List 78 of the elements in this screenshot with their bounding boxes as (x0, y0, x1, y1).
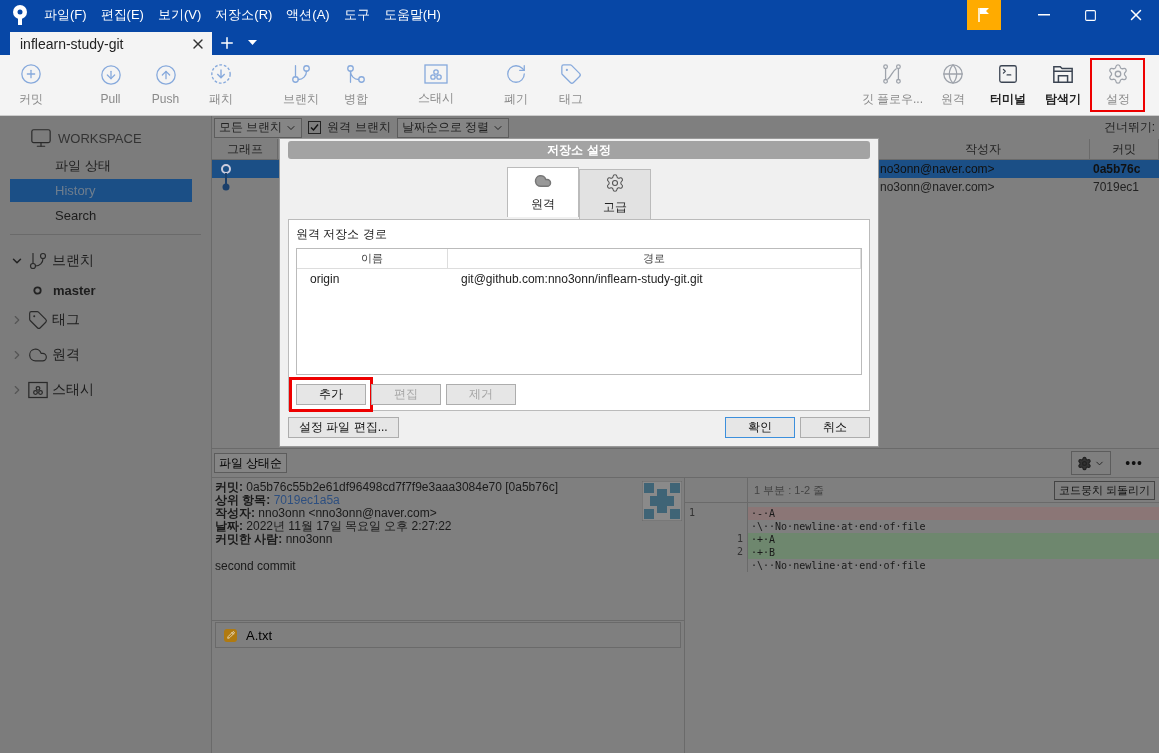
commit-message: second commit (215, 559, 297, 573)
down-arrow-circle-icon (99, 64, 122, 86)
branch-dot-icon (33, 285, 42, 295)
section-label: 원격 저장소 경로 (296, 226, 388, 243)
sidebar-item[interactable]: Search (10, 204, 192, 227)
add-tab-icon[interactable] (218, 34, 236, 52)
detail-line: 작성자: nno3onn <nno3onn@naver.com> (215, 507, 438, 520)
tag-icon (559, 62, 582, 85)
table-cell-text: 7019ec1 (1092, 179, 1141, 196)
settings-icon (1106, 62, 1129, 85)
remote-branches-checkbox[interactable] (308, 121, 322, 134)
toolbar-button[interactable]: 탐색기 (1035, 58, 1090, 112)
cancel-button[interactable]: 취소 (800, 417, 870, 438)
repo-tab[interactable]: inflearn-study-git (10, 32, 212, 55)
terminal-icon (996, 62, 1019, 85)
globe-icon (941, 62, 964, 85)
branch-icon (289, 62, 312, 85)
dialog-tab[interactable]: 고급 (579, 169, 651, 219)
dialog-tab[interactable]: 원격 (507, 167, 579, 217)
discard-hunk-button[interactable]: 코드뭉치 되돌리기 (1053, 480, 1155, 500)
ok-button[interactable]: 확인 (725, 417, 795, 438)
menu-item[interactable]: 보기(V) (157, 6, 202, 24)
cloud-icon (534, 172, 552, 190)
tag-icon (28, 309, 48, 330)
app-logo-icon (10, 4, 30, 26)
sidebar-item[interactable]: 파일 상태 (10, 154, 192, 177)
context-line: ·\··No·newline·at·end·of·file (685, 559, 1159, 572)
modified-icon (224, 628, 237, 642)
sort-dropdown[interactable]: 날짜순으로 정렬 (396, 117, 510, 138)
plus-circle-icon (19, 62, 42, 85)
monitor-icon (30, 127, 52, 149)
table-cell-text: no3onn@naver.com> (879, 179, 996, 196)
minimize-icon (1038, 14, 1050, 16)
menu-item[interactable]: 도구 (343, 6, 370, 24)
menu-item[interactable]: 액션(A) (286, 6, 330, 24)
stash-icon (423, 63, 448, 84)
column-header[interactable]: 이름 (297, 249, 448, 269)
settings-icon (605, 173, 625, 193)
detail-line: 커밋한 사람: nno3onn (215, 533, 334, 546)
table-cell: no3onn@naver.com> (877, 160, 1090, 178)
sidebar-section[interactable]: 스태시 (0, 372, 211, 407)
column-header[interactable]: 경로 (448, 249, 861, 269)
merge-icon (344, 62, 367, 85)
sidebar-section[interactable]: 원격 (0, 337, 211, 372)
avatar-icon (642, 481, 682, 521)
flag-icon (977, 7, 991, 23)
refresh-icon (504, 62, 527, 85)
file-filter-dropdown[interactable]: 파일 상태순 (214, 453, 288, 473)
stash-icon (28, 380, 48, 399)
settings-dropdown[interactable] (1071, 451, 1112, 475)
table-cell[interactable]: origin (297, 269, 448, 289)
branch-filter-dropdown[interactable]: 모든 브랜치 (214, 117, 303, 138)
table-cell[interactable]: git@github.com:nno3onn/inflearn-study-git.git (448, 269, 861, 289)
up-arrow-circle-icon (154, 64, 177, 86)
menu-item[interactable]: 편집(E) (100, 6, 144, 24)
jump-label: 건너뛰기: (1103, 119, 1155, 136)
branch-item[interactable]: master (0, 278, 211, 302)
dialog-title: 저장소 설정 (288, 141, 870, 159)
menu-item[interactable]: 파일(F) (44, 6, 87, 24)
menu-item[interactable]: 도움말(H) (383, 6, 441, 24)
sidebar-section[interactable]: 태그 (0, 302, 211, 337)
detail-line: 날짜: 2022년 11월 17일 목요일 오후 2:27:22 (215, 520, 453, 533)
detail-line: 커밋: 0a5b76c55b2e61df96498cd7f7f9e3aaa3084e70 [0a5b76c] (215, 481, 559, 494)
context-line: ·\··No·newline·at·end·of·file (685, 520, 1159, 533)
menu-item[interactable]: 저장소(R) (215, 6, 273, 24)
file-item[interactable]: A.txt (215, 622, 681, 648)
sidebar-section[interactable]: 브랜치 (0, 243, 211, 278)
edit-config-button[interactable]: 설정 파일 편집... (288, 417, 399, 438)
table-cell: 0a5b76c (1090, 160, 1159, 178)
toolbar-button[interactable]: 터미널 (980, 58, 1035, 112)
section-title: WORKSPACE (58, 130, 142, 146)
caret-icon[interactable] (248, 40, 257, 45)
maximize-icon (1083, 8, 1097, 22)
checkbox-label: 원격 브랜치 (327, 119, 391, 136)
more-button[interactable]: ••• (1125, 455, 1143, 471)
git-flow-icon (881, 62, 904, 85)
settings-icon (1077, 455, 1093, 471)
branch-icon (28, 250, 48, 271)
